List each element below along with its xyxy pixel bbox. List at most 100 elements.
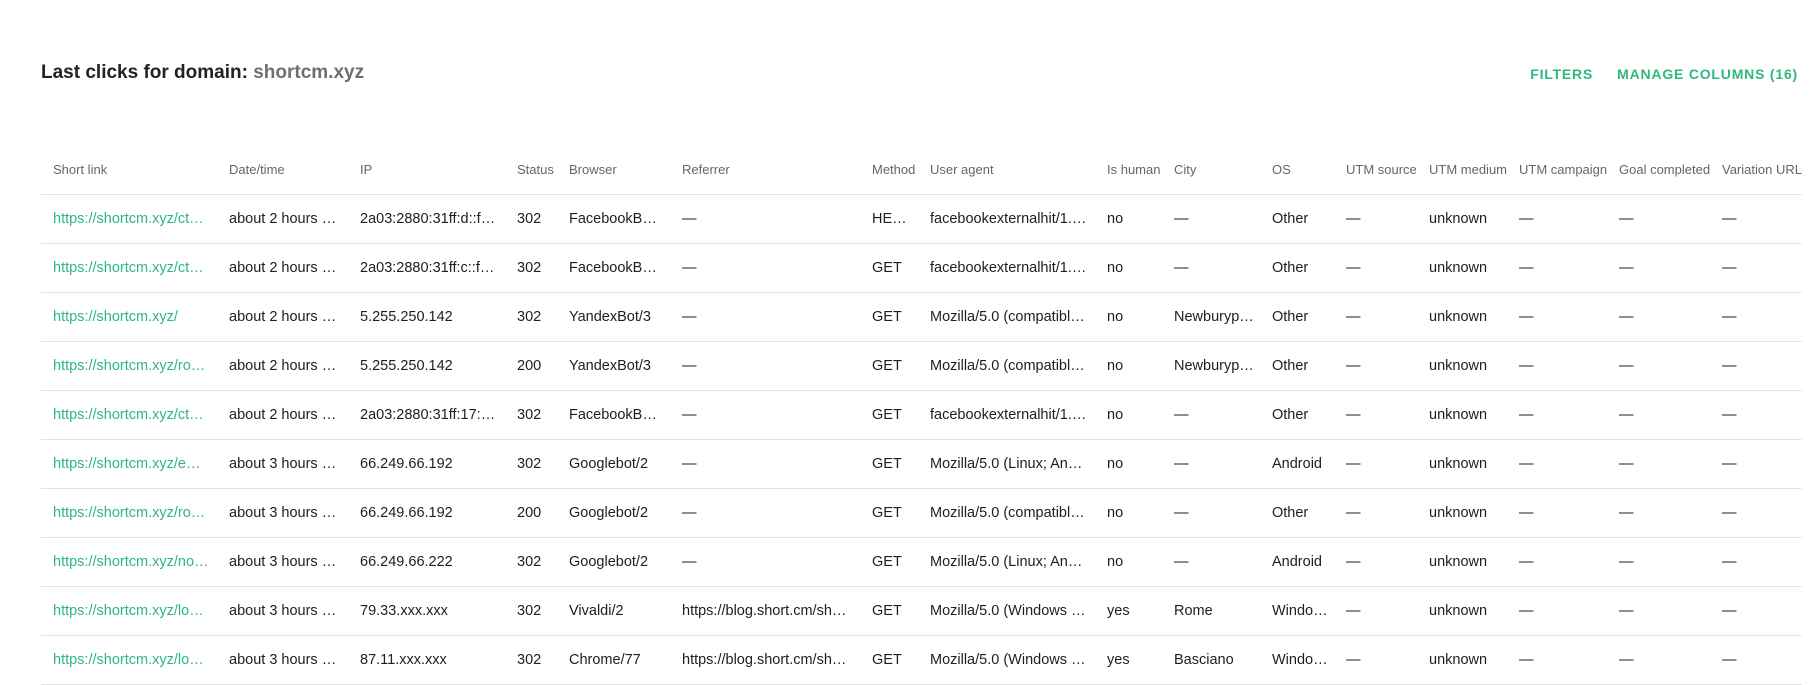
cell-browser: Googlebot/2 bbox=[557, 439, 670, 489]
column-header-status[interactable]: Status bbox=[505, 145, 557, 195]
column-header-city[interactable]: City bbox=[1162, 145, 1260, 195]
cell-os: Other bbox=[1260, 194, 1334, 244]
cell-utm-campaign: — bbox=[1507, 194, 1607, 244]
column-header-variation-url[interactable]: Variation URL bbox=[1710, 145, 1802, 195]
cell-variation-url: — bbox=[1710, 292, 1802, 342]
cell-ip: 66.249.66.192 bbox=[348, 439, 505, 489]
cell-short-link[interactable]: https://shortcm.xyz/em… bbox=[41, 439, 217, 489]
column-header-utm-medium[interactable]: UTM medium bbox=[1417, 145, 1507, 195]
cell-variation-url: — bbox=[1710, 194, 1802, 244]
cell-city: Rome bbox=[1162, 586, 1260, 636]
cell-utm-source: — bbox=[1334, 194, 1417, 244]
column-header-user-agent[interactable]: User agent bbox=[918, 145, 1095, 195]
cell-status: 302 bbox=[505, 586, 557, 636]
cell-short-link[interactable]: https://shortcm.xyz/ro… bbox=[41, 341, 217, 391]
cell-utm-medium: unknown bbox=[1417, 292, 1507, 342]
column-header-utm-source[interactable]: UTM source bbox=[1334, 145, 1417, 195]
filters-button[interactable]: FILTERS bbox=[1530, 66, 1593, 82]
cell-user-agent: facebookexternalhit/1.… bbox=[918, 194, 1095, 244]
cell-referrer: https://blog.short.cm/sho… bbox=[670, 635, 860, 685]
cell-is-human: no bbox=[1095, 194, 1162, 244]
cell-utm-medium: unknown bbox=[1417, 488, 1507, 538]
cell-method: GET bbox=[860, 341, 918, 391]
cell-utm-campaign: — bbox=[1507, 341, 1607, 391]
cell-utm-campaign: — bbox=[1507, 586, 1607, 636]
cell-utm-source: — bbox=[1334, 488, 1417, 538]
column-header-date-time[interactable]: Date/time bbox=[217, 145, 348, 195]
cell-status: 302 bbox=[505, 292, 557, 342]
cell-ip: 79.33.xxx.xxx bbox=[348, 586, 505, 636]
cell-short-link[interactable]: https://shortcm.xyz/cta… bbox=[41, 243, 217, 293]
cell-short-link[interactable]: https://shortcm.xyz/ro… bbox=[41, 488, 217, 538]
column-header-referrer[interactable]: Referrer bbox=[670, 145, 860, 195]
cell-user-agent: Mozilla/5.0 (Windows … bbox=[918, 586, 1095, 636]
cell-goal-completed: — bbox=[1607, 243, 1710, 293]
cell-method: GET bbox=[860, 537, 918, 587]
cell-ip: 66.249.66.222 bbox=[348, 537, 505, 587]
cell-referrer: — bbox=[670, 390, 860, 440]
column-header-short-link[interactable]: Short link bbox=[41, 145, 217, 195]
cell-utm-medium: unknown bbox=[1417, 341, 1507, 391]
cell-variation-url: — bbox=[1710, 439, 1802, 489]
column-header-browser[interactable]: Browser bbox=[557, 145, 670, 195]
cell-short-link[interactable]: https://shortcm.xyz/cta… bbox=[41, 390, 217, 440]
cell-utm-campaign: — bbox=[1507, 243, 1607, 293]
cell-utm-source: — bbox=[1334, 537, 1417, 587]
cell-date-time: about 2 hours ago bbox=[217, 292, 348, 342]
cell-utm-source: — bbox=[1334, 292, 1417, 342]
cell-date-time: about 2 hours ago bbox=[217, 194, 348, 244]
cell-city: — bbox=[1162, 488, 1260, 538]
manage-columns-button[interactable]: MANAGE COLUMNS (16) bbox=[1617, 66, 1798, 82]
cell-user-agent: Mozilla/5.0 (Windows … bbox=[918, 635, 1095, 685]
column-header-goal-completed[interactable]: Goal completed bbox=[1607, 145, 1710, 195]
table-row[interactable]: https://shortcm.xyz/log… about 3 hours ag… bbox=[41, 635, 1802, 685]
page-title-prefix: Last clicks for domain: bbox=[41, 62, 248, 83]
cell-os: Windows bbox=[1260, 635, 1334, 685]
table-row[interactable]: https://shortcm.xyz/em… about 3 hours ago… bbox=[41, 439, 1802, 489]
cell-utm-medium: unknown bbox=[1417, 390, 1507, 440]
clicks-table: Short link Date/time IP Status Browser Referr… bbox=[41, 145, 1802, 685]
cell-date-time: about 2 hours ago bbox=[217, 390, 348, 440]
cell-short-link[interactable]: https://shortcm.xyz/ bbox=[41, 292, 217, 342]
table-row[interactable]: https://shortcm.xyz/cta… about 2 hours ag… bbox=[41, 390, 1802, 440]
table-row[interactable]: https://shortcm.xyz/ro… about 3 hours ago… bbox=[41, 488, 1802, 538]
cell-short-link[interactable]: https://shortcm.xyz/cta… bbox=[41, 194, 217, 244]
column-header-is-human[interactable]: Is human bbox=[1095, 145, 1162, 195]
cell-ip: 5.255.250.142 bbox=[348, 341, 505, 391]
table-row[interactable]: https://shortcm.xyz/cta… about 2 hours ag… bbox=[41, 194, 1802, 244]
cell-status: 302 bbox=[505, 243, 557, 293]
table-row[interactable]: https://shortcm.xyz/ro… about 2 hours ago… bbox=[41, 341, 1802, 391]
cell-referrer: https://blog.short.cm/sho… bbox=[670, 586, 860, 636]
cell-utm-source: — bbox=[1334, 635, 1417, 685]
cell-method: GET bbox=[860, 390, 918, 440]
cell-os: Android bbox=[1260, 537, 1334, 587]
column-header-os[interactable]: OS bbox=[1260, 145, 1334, 195]
cell-user-agent: Mozilla/5.0 (Linux; Andr… bbox=[918, 537, 1095, 587]
cell-utm-medium: unknown bbox=[1417, 586, 1507, 636]
table-row[interactable]: https://shortcm.xyz/cta… about 2 hours ag… bbox=[41, 243, 1802, 293]
cell-short-link[interactable]: https://shortcm.xyz/no… bbox=[41, 537, 217, 587]
cell-ip: 2a03:2880:31ff:d::fa… bbox=[348, 194, 505, 244]
cell-browser: YandexBot/3 bbox=[557, 292, 670, 342]
column-header-method[interactable]: Method bbox=[860, 145, 918, 195]
cell-utm-medium: unknown bbox=[1417, 243, 1507, 293]
cell-short-link[interactable]: https://shortcm.xyz/log… bbox=[41, 586, 217, 636]
table-row[interactable]: https://shortcm.xyz/about 2 hours ago 5.2… bbox=[41, 292, 1802, 342]
cell-goal-completed: — bbox=[1607, 635, 1710, 685]
column-header-ip[interactable]: IP bbox=[348, 145, 505, 195]
cell-status: 302 bbox=[505, 390, 557, 440]
cell-utm-campaign: — bbox=[1507, 537, 1607, 587]
table-row[interactable]: https://shortcm.xyz/log… about 3 hours ag… bbox=[41, 586, 1802, 636]
cell-ip: 66.249.66.192 bbox=[348, 488, 505, 538]
column-header-utm-campaign[interactable]: UTM campaign bbox=[1507, 145, 1607, 195]
cell-status: 302 bbox=[505, 194, 557, 244]
table-row[interactable]: https://shortcm.xyz/no… about 3 hours ago… bbox=[41, 537, 1802, 587]
cell-date-time: about 3 hours ago bbox=[217, 537, 348, 587]
cell-is-human: no bbox=[1095, 390, 1162, 440]
cell-os: Other bbox=[1260, 390, 1334, 440]
page-header: Last clicks for domain: shortcm.xyz FILT… bbox=[41, 62, 1798, 92]
cell-date-time: about 3 hours ago bbox=[217, 586, 348, 636]
cell-utm-campaign: — bbox=[1507, 390, 1607, 440]
cell-short-link[interactable]: https://shortcm.xyz/log… bbox=[41, 635, 217, 685]
cell-referrer: — bbox=[670, 292, 860, 342]
